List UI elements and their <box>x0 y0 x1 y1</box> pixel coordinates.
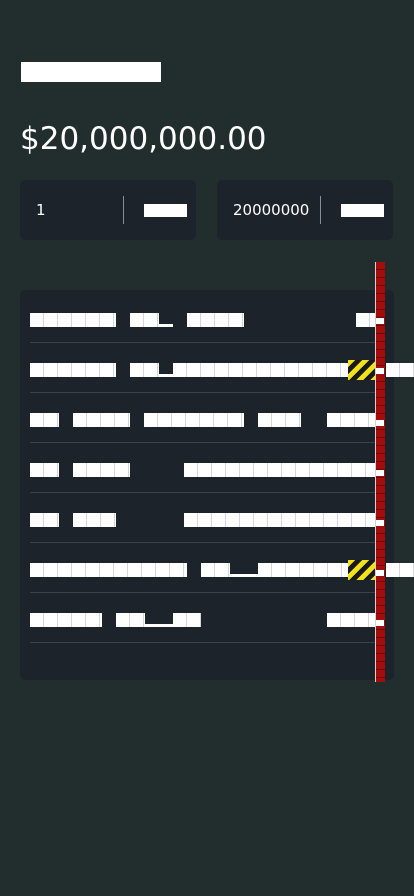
row-label <box>30 513 59 527</box>
marker-tick <box>376 368 384 374</box>
from-amount-card[interactable]: 1 <box>20 180 196 240</box>
row-label-part <box>173 613 201 627</box>
list-item[interactable] <box>20 593 394 643</box>
row-label-part <box>73 513 116 527</box>
marker-tick <box>376 520 384 526</box>
input-divider <box>320 196 321 224</box>
page-title <box>21 62 161 82</box>
row-gap-mark <box>230 574 258 577</box>
row-label-part <box>116 613 145 627</box>
list-item[interactable] <box>20 393 394 443</box>
from-unit-selector[interactable] <box>144 204 187 217</box>
total-amount: $20,000,000.00 <box>20 121 267 157</box>
hazard-stripe-icon <box>348 360 376 380</box>
list-item[interactable] <box>20 543 394 593</box>
row-label <box>30 413 59 427</box>
overflow-label <box>386 363 414 377</box>
to-amount-input[interactable]: 20000000 <box>233 200 309 220</box>
row-label <box>30 613 102 627</box>
row-divider <box>30 642 384 643</box>
list-item[interactable] <box>20 493 394 543</box>
row-label <box>30 313 116 327</box>
list-item[interactable] <box>20 343 394 393</box>
row-value <box>327 413 377 427</box>
row-label-part <box>73 463 130 477</box>
conversion-list <box>20 290 394 680</box>
row-label-part <box>258 413 301 427</box>
row-label-part <box>130 363 159 377</box>
marker-tick <box>376 620 384 626</box>
row-value <box>184 463 377 477</box>
row-gap-mark <box>159 374 173 377</box>
row-value <box>356 313 376 327</box>
row-label-part <box>201 563 230 577</box>
row-label <box>30 563 187 577</box>
row-value <box>184 513 377 527</box>
row-gap-mark <box>145 624 173 627</box>
marker-tick <box>376 570 384 576</box>
row-label-part <box>258 563 348 577</box>
row-label-part <box>144 413 244 427</box>
row-label-part <box>73 413 130 427</box>
marker-tick <box>376 420 384 426</box>
row-value <box>327 613 377 627</box>
input-divider <box>123 196 124 224</box>
marker-tick <box>376 318 384 324</box>
row-label <box>30 463 59 477</box>
row-label-part <box>130 313 159 327</box>
to-amount-card[interactable]: 20000000 <box>217 180 393 240</box>
row-label-part <box>173 363 348 377</box>
from-amount-input[interactable]: 1 <box>36 200 112 220</box>
overflow-label <box>386 563 414 577</box>
row-label <box>30 363 116 377</box>
row-label-part <box>187 313 244 327</box>
list-item[interactable] <box>20 293 394 343</box>
list-item[interactable] <box>20 443 394 493</box>
marker-tick <box>376 470 384 476</box>
to-unit-selector[interactable] <box>341 204 384 217</box>
row-gap-mark <box>159 324 173 327</box>
hazard-stripe-icon <box>348 560 376 580</box>
